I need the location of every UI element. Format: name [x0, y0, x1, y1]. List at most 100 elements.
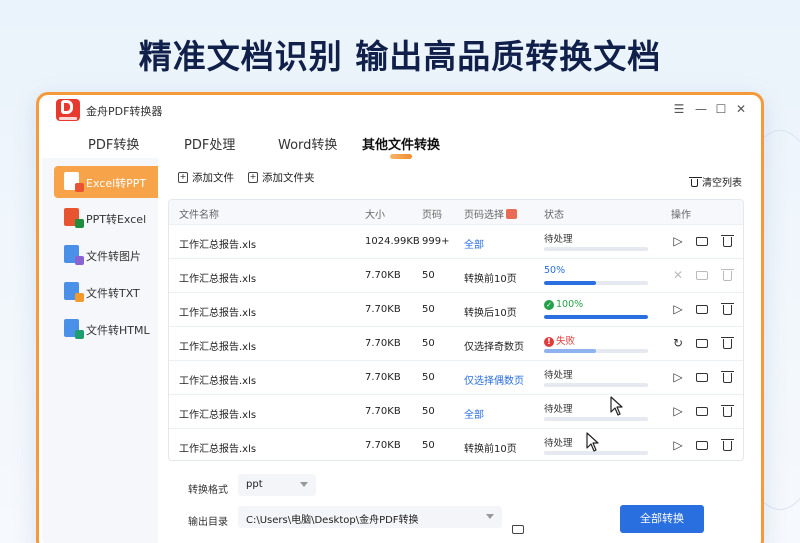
- table-row[interactable]: 工作汇总报告.xls 7.70KB 50 全部 待处理 ▷: [169, 394, 743, 428]
- excel-file-icon: [64, 172, 84, 192]
- file-name: 工作汇总报告.xls: [179, 342, 257, 353]
- play-icon[interactable]: ▷: [671, 234, 685, 248]
- page-select[interactable]: 转换后10页: [464, 304, 517, 319]
- file-name: 工作汇总报告.xls: [179, 240, 257, 251]
- status-text: 50%: [544, 265, 566, 276]
- tab-pdf-convert[interactable]: PDF转换: [88, 134, 139, 153]
- column-header-size: 大小: [365, 210, 385, 221]
- sidebar-item-label: Excel转PPT: [86, 177, 147, 190]
- retry-icon[interactable]: ↻: [671, 336, 685, 350]
- status-text: 待处理: [544, 438, 573, 449]
- trash-icon[interactable]: [720, 438, 734, 452]
- trash-icon[interactable]: [720, 336, 734, 350]
- page-select[interactable]: 全部: [464, 406, 484, 421]
- file-name: 工作汇总报告.xls: [179, 274, 257, 285]
- maximize-icon[interactable]: ☐: [714, 102, 728, 116]
- page-select[interactable]: 仅选择偶数页: [464, 372, 524, 387]
- sidebar-item-file-to-html[interactable]: 文件转HTML: [54, 313, 158, 345]
- trash-icon[interactable]: [720, 268, 734, 282]
- trash-icon[interactable]: [720, 234, 734, 248]
- output-dir-label: 输出目录: [188, 517, 228, 528]
- tab-other-convert[interactable]: 其他文件转换: [362, 134, 440, 153]
- app-title: 金舟PDF转换器: [86, 105, 163, 118]
- banner-headline: 精准文档识别 输出高品质转换文档: [138, 37, 662, 76]
- main-panel: + 添加文件 + 添加文件夹 清空列表 文件名称 大小 页码 页码选择 状态 操…: [158, 158, 758, 543]
- progress-fill: [544, 281, 596, 285]
- sidebar-item-label: 文件转图片: [86, 250, 141, 263]
- success-icon: ✓: [544, 299, 554, 310]
- play-icon[interactable]: ▷: [671, 404, 685, 418]
- page-select[interactable]: 仅选择奇数页: [464, 338, 524, 353]
- column-header-actions: 操作: [671, 210, 691, 221]
- image-file-icon: [64, 245, 84, 265]
- play-icon[interactable]: ▷: [671, 438, 685, 452]
- folder-icon[interactable]: [695, 438, 709, 452]
- table-row[interactable]: 工作汇总报告.xls 1024.99KB 999+ 全部 待处理 ▷: [169, 224, 743, 258]
- minimize-icon[interactable]: —: [694, 102, 708, 116]
- play-icon[interactable]: ▷: [671, 302, 685, 316]
- file-size: 7.70KB: [365, 338, 401, 349]
- tab-word-convert[interactable]: Word转换: [278, 134, 337, 153]
- sidebar-item-file-to-image[interactable]: 文件转图片: [54, 239, 158, 271]
- table-row[interactable]: 工作汇总报告.xls 7.70KB 50 转换后10页 ✓ 100% ▷: [169, 292, 743, 326]
- file-name: 工作汇总报告.xls: [179, 444, 257, 455]
- file-size: 7.70KB: [365, 406, 401, 417]
- page-count: 50: [422, 270, 435, 281]
- cancel-icon[interactable]: ✕: [671, 268, 685, 282]
- menu-icon[interactable]: ☰: [672, 102, 686, 116]
- add-file-icon: +: [178, 172, 188, 183]
- table-row[interactable]: 工作汇总报告.xls 7.70KB 50 仅选择偶数页 待处理 ▷: [169, 360, 743, 394]
- vip-crown-icon: [506, 209, 517, 219]
- convert-all-button[interactable]: 全部转换: [620, 505, 704, 533]
- add-folder-button[interactable]: + 添加文件夹: [248, 170, 315, 185]
- add-file-button[interactable]: + 添加文件: [178, 170, 234, 185]
- app-window: 金舟PDF转换器 ☰ — ☐ ✕ PDF转换 PDF处理 Word转换 其他文件…: [42, 96, 758, 543]
- tab-pdf-process[interactable]: PDF处理: [184, 134, 235, 153]
- browse-folder-icon[interactable]: [512, 518, 524, 537]
- folder-icon[interactable]: [695, 336, 709, 350]
- play-icon[interactable]: ▷: [671, 370, 685, 384]
- page-count: 50: [422, 406, 435, 417]
- table-row[interactable]: 工作汇总报告.xls 7.70KB 50 仅选择奇数页 ! 失败 ↻: [169, 326, 743, 360]
- column-header-pages: 页码: [422, 210, 442, 221]
- folder-icon[interactable]: [695, 234, 709, 248]
- sidebar-item-label: PPT转Excel: [86, 213, 147, 226]
- progress-bar: [544, 281, 648, 285]
- page-select[interactable]: 转换前10页: [464, 270, 517, 285]
- format-select[interactable]: ppt: [238, 474, 316, 496]
- page-select[interactable]: 全部: [464, 236, 484, 251]
- output-dir-select[interactable]: C:\Users\电脑\Desktop\金舟PDF转换: [238, 506, 502, 528]
- top-tabs: PDF转换 PDF处理 Word转换 其他文件转换: [42, 130, 758, 159]
- progress-bar: [544, 383, 648, 387]
- page-count: 50: [422, 338, 435, 349]
- title-bar: 金舟PDF转换器 ☰ — ☐ ✕: [42, 96, 758, 124]
- folder-icon[interactable]: [695, 404, 709, 418]
- sidebar-item-ppt-to-excel[interactable]: PPT转Excel: [54, 202, 158, 234]
- trash-icon[interactable]: [720, 370, 734, 384]
- clear-list-button[interactable]: 清空列表: [689, 174, 742, 189]
- status-text: 待处理: [544, 234, 573, 245]
- trash-icon[interactable]: [720, 404, 734, 418]
- error-icon: !: [544, 336, 554, 347]
- table-row[interactable]: 工作汇总报告.xls 7.70KB 50 转换前10页 待处理 ▷: [169, 428, 743, 460]
- status-text: 待处理: [544, 370, 573, 381]
- page-select[interactable]: 转换前10页: [464, 440, 517, 455]
- close-icon[interactable]: ✕: [734, 102, 748, 116]
- sidebar-item-label: 文件转TXT: [86, 287, 140, 300]
- folder-icon[interactable]: [695, 370, 709, 384]
- progress-fill: [544, 315, 648, 319]
- file-size: 7.70KB: [365, 372, 401, 383]
- txt-file-icon: [64, 282, 84, 302]
- html-file-icon: [64, 319, 84, 339]
- trash-icon[interactable]: [720, 302, 734, 316]
- pdf-logo-icon: [56, 99, 80, 121]
- sidebar-item-excel-to-ppt[interactable]: Excel转PPT: [54, 166, 158, 198]
- progress-bar: [544, 349, 648, 353]
- folder-icon[interactable]: [695, 268, 709, 282]
- column-header-status: 状态: [544, 210, 564, 221]
- folder-icon[interactable]: [695, 302, 709, 316]
- table-row[interactable]: 工作汇总报告.xls 7.70KB 50 转换前10页 50% ✕: [169, 258, 743, 292]
- progress-bar: [544, 315, 648, 319]
- sidebar-item-file-to-txt[interactable]: 文件转TXT: [54, 276, 158, 308]
- file-size: 7.70KB: [365, 270, 401, 281]
